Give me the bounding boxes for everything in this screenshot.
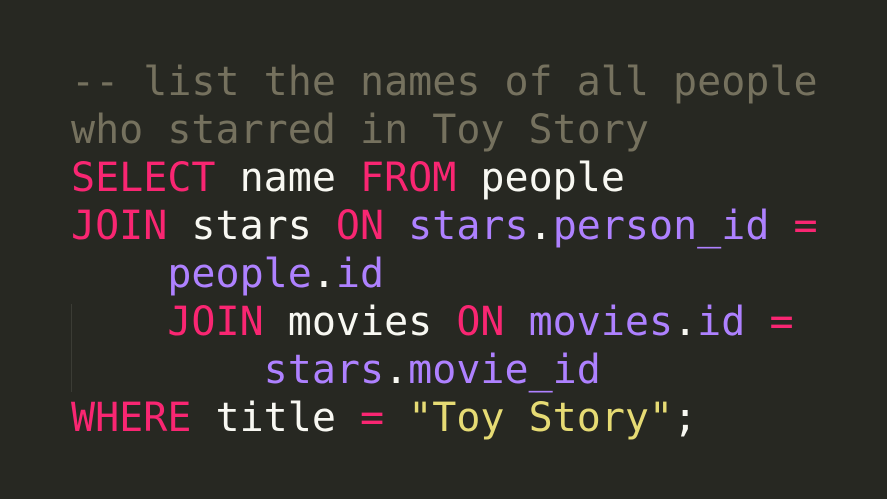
token-identifier: id <box>697 299 746 345</box>
token-plain: name <box>215 155 360 201</box>
token-identifier: stars <box>263 347 385 393</box>
token-plain: stars <box>167 203 336 249</box>
token-keyword: SELECT <box>71 155 216 201</box>
token-identifier: person_id <box>552 203 770 249</box>
token-identifier: movies <box>528 299 674 345</box>
token-comment: -- list the names of all people <box>71 59 818 105</box>
token-plain: ; <box>673 395 698 441</box>
code-line-6: JOIN movies ON movies.id = <box>71 298 794 346</box>
token-plain: movies <box>263 299 457 345</box>
token-plain: . <box>311 251 336 297</box>
token-keyword: JOIN <box>167 299 264 345</box>
token-keyword: ON <box>456 299 505 345</box>
code-line-1: -- list the names of all people <box>71 58 818 106</box>
token-identifier: movie_id <box>408 347 601 393</box>
token-plain: . <box>384 347 409 393</box>
token-keyword: JOIN <box>71 203 168 249</box>
code-line-3: SELECT name FROM people <box>71 154 625 202</box>
token-plain: people <box>456 155 625 201</box>
token-plain: title <box>191 395 360 441</box>
code-line-2: who starred in Toy Story <box>71 106 649 154</box>
code-line-8: WHERE title = "Toy Story"; <box>71 394 697 442</box>
token-plain: . <box>528 203 553 249</box>
token-identifier: id <box>335 251 385 297</box>
token-keyword: = <box>360 395 385 441</box>
token-keyword: ON <box>335 203 385 249</box>
token-keyword: = <box>769 299 794 345</box>
token-plain: . <box>673 299 698 345</box>
code-line-5: people.id <box>71 250 384 298</box>
token-string: "Toy Story" <box>408 395 674 441</box>
token-identifier: stars <box>408 203 529 249</box>
code-editor[interactable]: -- list the names of all people who star… <box>0 0 887 499</box>
token-comment: who starred in Toy Story <box>71 107 649 153</box>
code-line-7: stars.movie_id <box>71 346 601 394</box>
token-keyword: FROM <box>360 155 457 201</box>
code-line-4: JOIN stars ON stars.person_id = <box>71 202 818 250</box>
token-keyword: WHERE <box>71 395 192 441</box>
token-keyword: = <box>793 203 818 249</box>
token-identifier: people <box>167 251 312 297</box>
